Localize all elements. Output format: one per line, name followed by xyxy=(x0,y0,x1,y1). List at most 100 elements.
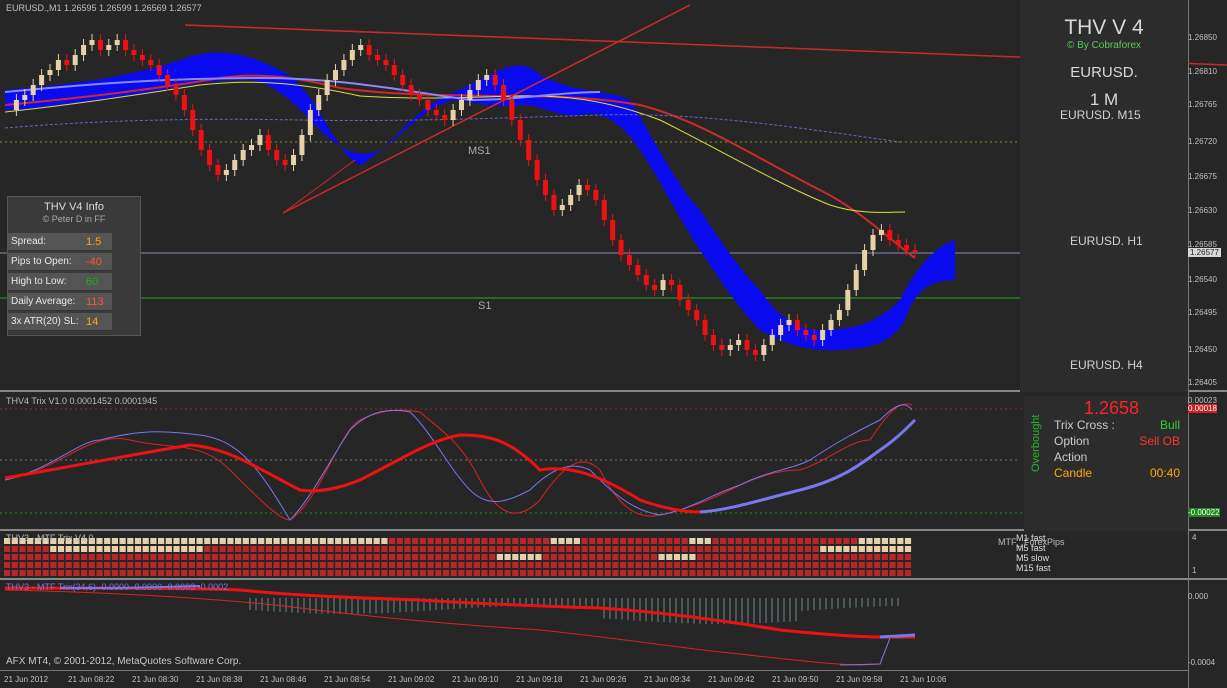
mtf-grid-cell xyxy=(727,562,734,568)
mtf-grid-cell xyxy=(604,546,611,552)
trix-axis-label: 0.00018 xyxy=(1188,404,1217,413)
mtf-grid-cell xyxy=(450,554,457,560)
mtf-grid-cell xyxy=(774,538,781,544)
mtf-grid-cell xyxy=(827,546,835,552)
mtf-grid-cell xyxy=(142,554,149,560)
candle-body xyxy=(215,165,221,175)
candle-body xyxy=(291,155,297,165)
mtf-grid-cell xyxy=(381,546,388,552)
mtf-grid-cell xyxy=(743,562,750,568)
mtf-grid-cell xyxy=(219,570,226,576)
mtf-grid-cell xyxy=(27,546,34,552)
mtf-grid-cell xyxy=(789,538,796,544)
mtf-grid-cell xyxy=(381,570,388,576)
mtf-grid-cell xyxy=(527,570,534,576)
mtf-grid-cell xyxy=(11,554,18,560)
mtf-grid-cell xyxy=(404,538,411,544)
candle-body xyxy=(685,300,691,310)
mtf-grid-cell xyxy=(204,570,211,576)
mtf-grid-cell xyxy=(689,562,696,568)
mtf-grid-cell xyxy=(173,546,180,552)
mtf-grid-cell xyxy=(265,554,272,560)
mtf-grid-cell xyxy=(111,554,118,560)
mtf-grid-cell xyxy=(96,538,103,544)
candle-body xyxy=(752,350,758,355)
mtf-grid-cell xyxy=(573,538,580,544)
mtf-grid-cell xyxy=(250,546,257,552)
mtf-grid-cell xyxy=(851,570,858,576)
mtf-grid-cell xyxy=(65,570,72,576)
mtf-grid-cell xyxy=(666,538,673,544)
mtf-grid-cell xyxy=(404,546,411,552)
time-axis-label: 21 Jun 08:54 xyxy=(324,675,371,684)
mtf-grid-cell xyxy=(804,562,811,568)
candle-body xyxy=(467,90,473,100)
mtf-grid-cell xyxy=(727,570,734,576)
mtf-grid-cell xyxy=(851,554,858,560)
mtf-grid-cell xyxy=(704,538,711,544)
mtf-grid-cell xyxy=(458,546,465,552)
mtf-grid-cell xyxy=(889,546,896,552)
copyright: AFX MT4, © 2001-2012, MetaQuotes Softwar… xyxy=(6,656,242,667)
mtf-histogram xyxy=(249,598,899,624)
mtf-grid-cell xyxy=(473,554,480,560)
grid-axis-label: 1 xyxy=(1192,566,1197,575)
mtf-grid-cell xyxy=(596,570,604,576)
mtf-grid-cell xyxy=(104,538,111,544)
mtf-grid-cell xyxy=(781,538,788,544)
candle-body xyxy=(593,190,599,200)
candle-body xyxy=(744,340,750,350)
mtf-grid-cell xyxy=(458,538,465,544)
mtf-grid-cell xyxy=(358,562,365,568)
mtf-grid-cell xyxy=(227,570,234,576)
mtf-grid-cell xyxy=(689,538,696,544)
mtf-grid-cell xyxy=(543,538,550,544)
mtf-grid-cell xyxy=(327,554,334,560)
mtf-grid-cell xyxy=(4,562,11,568)
mtf-grid-header: THV3 - MTF Trix V4.0 xyxy=(6,533,94,543)
mtf-grid-cell xyxy=(296,554,303,560)
mtf-grid-cell xyxy=(650,554,657,560)
mtf-grid-cell xyxy=(766,570,773,576)
mtf-grid-cell xyxy=(866,562,873,568)
mtf-grid-cell xyxy=(350,538,357,544)
candle-body xyxy=(786,320,792,325)
mtf-grid-cell xyxy=(735,570,742,576)
mtf-row-label: M5 fast xyxy=(1016,543,1046,553)
mtf-grid-cell xyxy=(673,554,681,560)
mtf-grid-cell xyxy=(566,562,573,568)
mtf-grid-cell xyxy=(704,546,711,552)
mtf-grid-cell xyxy=(88,562,95,568)
mtf-grid-cell xyxy=(365,546,373,552)
mtf-grid-cell xyxy=(88,570,95,576)
mtf-grid-cell xyxy=(666,546,673,552)
mtf-grid-cell xyxy=(127,538,134,544)
mtf-grid-cell xyxy=(720,562,727,568)
mtf-grid-cell xyxy=(681,570,688,576)
candle-body xyxy=(148,60,154,65)
mtf-grid-cell xyxy=(620,546,627,552)
mtf-grid-cell xyxy=(158,538,165,544)
mtf-grid-cell xyxy=(658,570,665,576)
mtf-grid-cell xyxy=(658,546,665,552)
mtf-grid-cell xyxy=(727,546,734,552)
mtf-grid-cell xyxy=(196,546,203,552)
mtf-grid-cell xyxy=(134,554,142,560)
price-axis-label: 1.26540 xyxy=(1188,275,1217,284)
mtf-grid-cell xyxy=(550,562,557,568)
trix-price: 1.2658 xyxy=(1084,398,1140,418)
mtf-grid-cell xyxy=(235,546,242,552)
mtf-grid-cell xyxy=(527,538,534,544)
mtf-grid-cell xyxy=(119,554,126,560)
mtf-grid-cell xyxy=(489,546,496,552)
candle-body xyxy=(190,110,196,130)
price-axis-label: 1.26675 xyxy=(1188,172,1217,181)
mtf-grid-cell xyxy=(335,554,342,560)
mtf-grid-cell xyxy=(435,554,442,560)
mtf-grid-cell xyxy=(273,554,280,560)
mtf-grid-cell xyxy=(304,570,311,576)
mtf-grid-cell xyxy=(827,554,835,560)
mtf-grid-cell xyxy=(774,546,781,552)
mtf-grid-cell xyxy=(843,562,850,568)
mtf-grid-cell xyxy=(697,538,704,544)
